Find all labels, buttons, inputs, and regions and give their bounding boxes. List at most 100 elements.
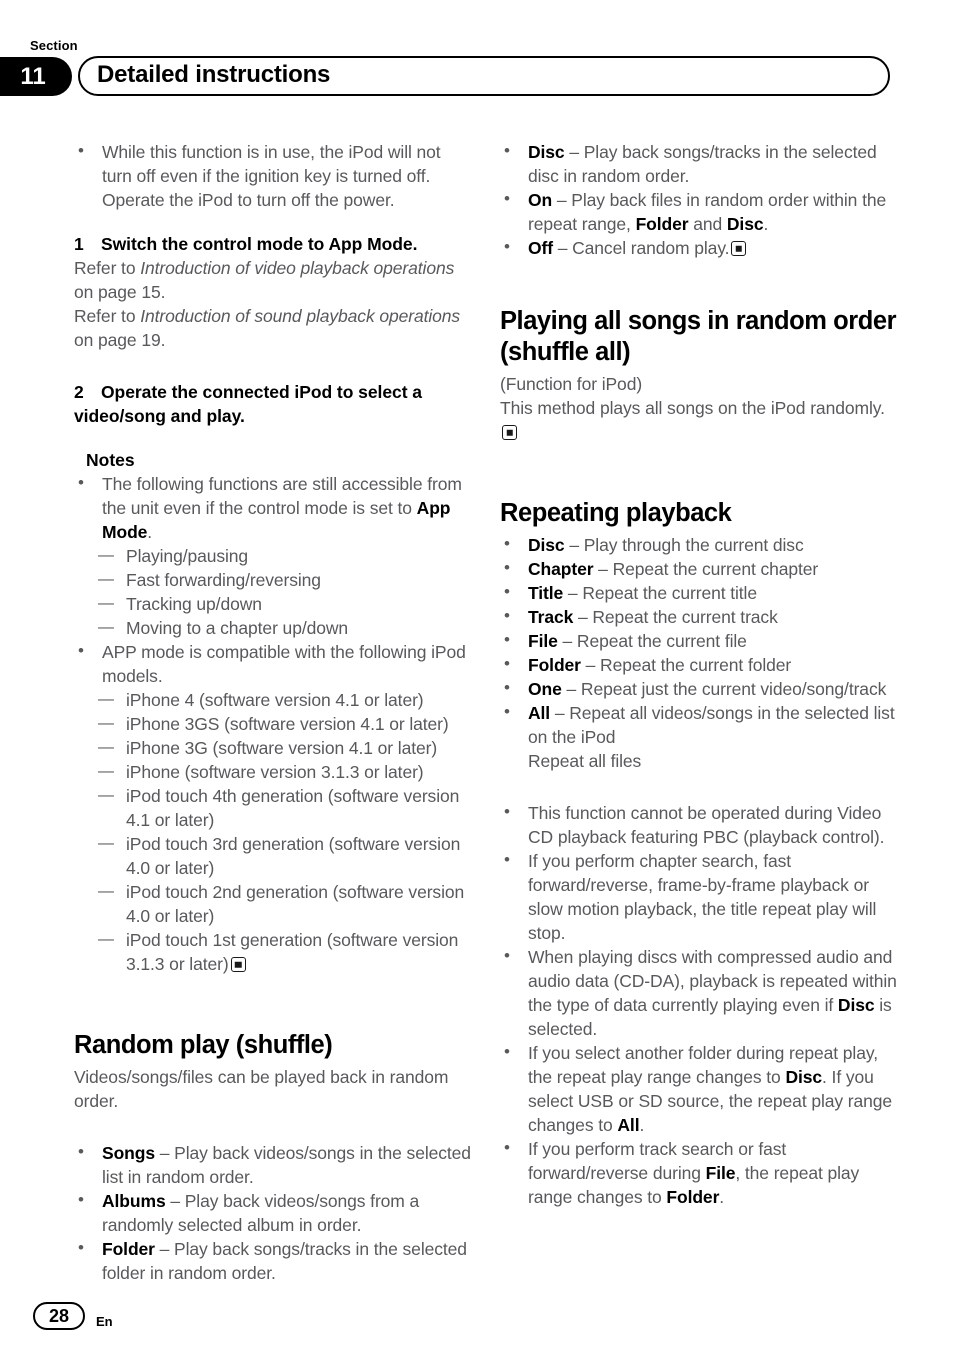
repeating-playback-list: Disc – Play through the current disc Cha… xyxy=(500,532,900,773)
page-title: Detailed instructions xyxy=(97,61,331,88)
page-header: Section 11 Detailed instructions xyxy=(0,30,954,100)
list-item-desc: – Repeat the current chapter xyxy=(593,559,819,579)
list-item: iPhone 3GS (software version 4.1 or late… xyxy=(74,712,474,736)
list-item-bold-1: Folder xyxy=(635,214,689,234)
list-item: If you select another folder during repe… xyxy=(500,1040,900,1137)
notes-list-2: APP mode is compatible with the followin… xyxy=(74,639,474,688)
list-item-desc-post: . xyxy=(763,214,769,234)
note-bold-1: File xyxy=(705,1163,736,1183)
list-item: On – Play back files in random order wit… xyxy=(500,187,900,236)
list-item-desc: – Play back videos/songs in the selected… xyxy=(102,1143,471,1187)
list-item: Moving to a chapter up/down xyxy=(74,616,474,640)
notes-1-sublist: Playing/pausing Fast forwarding/reversin… xyxy=(74,544,474,640)
refer-2-post: on page 19. xyxy=(74,330,166,350)
page-footer: 28 En xyxy=(0,1292,954,1352)
list-item-desc: – Cancel random play. xyxy=(552,238,730,258)
list-item: This function cannot be operated during … xyxy=(500,800,900,849)
list-item: iPhone 3G (software version 4.1 or later… xyxy=(74,736,474,760)
step-2-title: Operate the connected iPod to select a v… xyxy=(74,382,422,426)
list-item-term: File xyxy=(528,631,558,651)
random-play-list: Songs – Play back videos/songs in the se… xyxy=(74,1140,474,1285)
refer-2-pre: Refer to xyxy=(74,306,141,326)
list-item-term: Disc xyxy=(528,142,565,162)
refer-1-post: on page 15. xyxy=(74,282,166,302)
list-item: Albums – Play back videos/songs from a r… xyxy=(74,1188,474,1237)
list-item-term: Title xyxy=(528,583,564,603)
list-item: Tracking up/down xyxy=(74,592,474,616)
list-item: iPod touch 4th generation (software vers… xyxy=(74,784,474,832)
list-item: iPhone 4 (software version 4.1 or later) xyxy=(74,688,474,712)
intro-note-list: While this function is in use, the iPod … xyxy=(74,139,474,212)
list-item: All – Repeat all videos/songs in the sel… xyxy=(500,700,900,773)
list-item-desc: – Repeat just the current video/song/tra… xyxy=(561,679,887,699)
refer-2-italic: Introduction of sound playback operation… xyxy=(140,306,461,326)
shuffle-all-body: This method plays all songs on the iPod … xyxy=(500,396,900,444)
list-item-term: Chapter xyxy=(528,559,594,579)
step-2-heading: 2 Operate the connected iPod to select a … xyxy=(74,380,474,428)
section-label: Section xyxy=(30,38,78,53)
list-item: Off – Cancel random play. xyxy=(500,235,900,260)
list-item-desc: – Play back songs/tracks in the selected… xyxy=(528,142,877,186)
list-item: While this function is in use, the iPod … xyxy=(74,139,474,212)
step-1-heading: 1 Switch the control mode to App Mode. xyxy=(74,232,474,256)
list-item-term: Folder xyxy=(528,655,581,675)
list-item-desc: – Play back songs/tracks in the selected… xyxy=(102,1239,467,1283)
list-item-desc: – Repeat the current title xyxy=(563,583,757,603)
list-item: Disc – Play through the current disc xyxy=(500,532,900,557)
step-2-number: 2 xyxy=(74,382,84,402)
repeating-playback-title: Repeating playback xyxy=(500,499,732,527)
list-item: iPhone (software version 3.1.3 or later) xyxy=(74,760,474,784)
list-item-desc: – Repeat the current track xyxy=(573,607,778,627)
list-item-term: Off xyxy=(528,238,553,258)
random-play-intro: Videos/songs/files can be played back in… xyxy=(74,1067,449,1111)
note-bold-2: All xyxy=(617,1115,640,1135)
list-item: Chapter – Repeat the current chapter xyxy=(500,556,900,581)
step-1-number: 1 xyxy=(74,234,84,254)
shuffle-all-function-for: (Function for iPod) xyxy=(500,374,643,394)
list-item-term: Folder xyxy=(102,1239,155,1259)
section-number-badge: 11 xyxy=(0,57,72,96)
list-item: One – Repeat just the current video/song… xyxy=(500,676,900,701)
language-code: En xyxy=(96,1314,113,1329)
repeating-playback-notes: This function cannot be operated during … xyxy=(500,800,900,1209)
notes-2-sublist: iPhone 4 (software version 4.1 or later)… xyxy=(74,688,474,976)
list-item-bold-2: Disc xyxy=(726,214,764,234)
manual-page: Section 11 Detailed instructions While t… xyxy=(0,0,954,1352)
list-item: iPod touch 1st generation (software vers… xyxy=(74,928,474,976)
end-of-section-icon xyxy=(502,425,517,440)
list-item: Fast forwarding/reversing xyxy=(74,568,474,592)
list-item: File – Repeat the current file xyxy=(500,628,900,653)
list-item: iPod touch 2nd generation (software vers… xyxy=(74,880,474,928)
left-column: While this function is in use, the iPod … xyxy=(74,139,474,1285)
list-item-desc: – Repeat the current file xyxy=(557,631,747,651)
note-post: . xyxy=(639,1115,645,1135)
list-item: Songs – Play back videos/songs in the se… xyxy=(74,1140,474,1189)
list-item-mid: and xyxy=(688,214,727,234)
step-1-title: Switch the control mode to App Mode. xyxy=(101,234,418,254)
end-of-section-icon xyxy=(731,241,747,256)
list-item-desc: – Repeat all videos/songs in the selecte… xyxy=(528,703,895,747)
refer-1-pre: Refer to xyxy=(74,258,141,278)
list-item: Folder – Play back songs/tracks in the s… xyxy=(74,1236,474,1285)
shuffle-all-body-text: This method plays all songs on the iPod … xyxy=(500,398,885,418)
list-item-desc: – Repeat the current folder xyxy=(580,655,792,675)
list-item-term: One xyxy=(528,679,562,699)
list-item-term: All xyxy=(528,703,551,723)
list-item: Playing/pausing xyxy=(74,544,474,568)
list-item-term: On xyxy=(528,190,553,210)
list-item: Folder – Repeat the current folder xyxy=(500,652,900,677)
note-1-pre: The following functions are still access… xyxy=(102,474,462,518)
random-play-title: Random play (shuffle) xyxy=(74,1031,333,1059)
step-1-refer-2: Refer to Introduction of sound playback … xyxy=(74,304,474,352)
notes-list: The following functions are still access… xyxy=(74,471,474,544)
note-1-post: . xyxy=(147,522,153,542)
